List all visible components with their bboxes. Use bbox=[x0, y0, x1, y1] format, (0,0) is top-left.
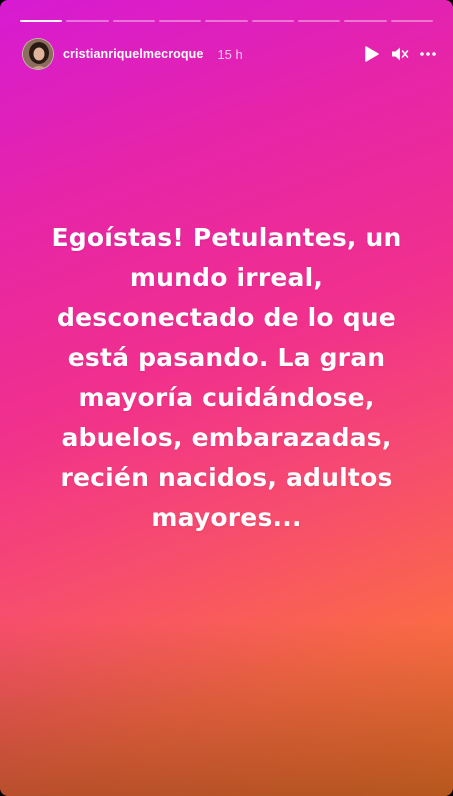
story-text: Egoístas! Petulantes, un mundo irreal, d… bbox=[51, 223, 402, 532]
progress-segment bbox=[66, 20, 109, 22]
progress-segment bbox=[297, 20, 341, 22]
username[interactable]: cristianriquelmecroque bbox=[63, 47, 203, 61]
story-timestamp: 15 h bbox=[217, 46, 243, 62]
progress-bar bbox=[20, 20, 433, 22]
mute-icon[interactable] bbox=[391, 45, 409, 63]
progress-segment bbox=[112, 20, 155, 22]
story-viewer: cristianriquelmecroque 15 h Egoístas! Pe… bbox=[0, 0, 453, 796]
progress-segment bbox=[251, 20, 294, 22]
play-icon[interactable] bbox=[363, 45, 381, 63]
progress-segment bbox=[158, 20, 202, 22]
avatar[interactable] bbox=[22, 38, 54, 70]
progress-segment bbox=[390, 20, 433, 22]
story-controls bbox=[363, 45, 437, 63]
progress-segment bbox=[205, 20, 248, 22]
more-icon[interactable] bbox=[419, 45, 437, 63]
progress-segment bbox=[344, 20, 387, 22]
story-header: cristianriquelmecroque 15 h bbox=[22, 37, 437, 71]
progress-segment bbox=[20, 20, 63, 22]
